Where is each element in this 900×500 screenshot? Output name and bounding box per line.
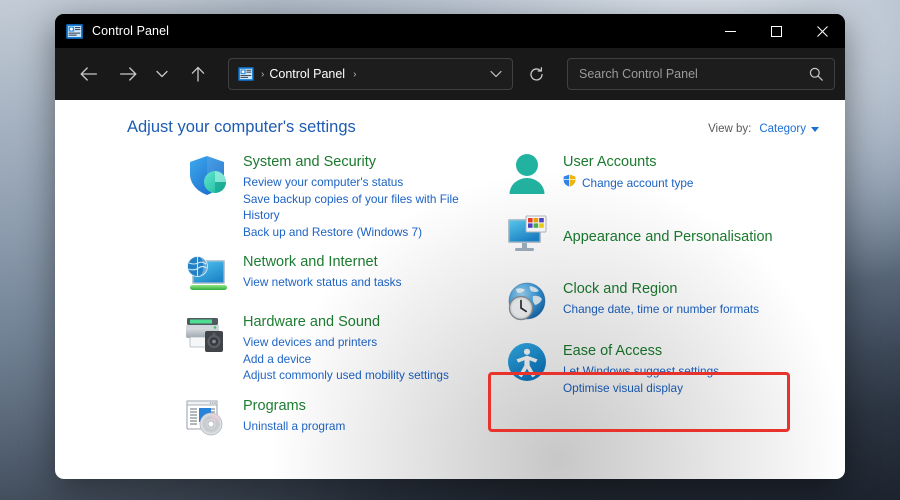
accessibility-icon — [503, 341, 551, 389]
category-appearance-and-personalisation: Appearance and Personalisation — [503, 214, 803, 262]
up-arrow-icon[interactable] — [182, 58, 214, 90]
user-person-icon — [503, 152, 551, 200]
category-clock-and-region: Clock and Region Change date, time or nu… — [503, 279, 803, 327]
category-body: User Accounts Change account type — [563, 152, 694, 192]
category-body: Programs Uninstall a program — [243, 396, 345, 435]
category-link-change-account-type[interactable]: Change account type — [563, 174, 694, 192]
category-system-and-security: System and Security Review your computer… — [183, 152, 483, 240]
category-link-label: Change account type — [582, 175, 694, 190]
breadcrumb-separator: › — [261, 68, 265, 80]
breadcrumb-separator-2[interactable]: › — [353, 69, 356, 80]
category-user-accounts: User Accounts Change account type — [503, 152, 803, 200]
category-title[interactable]: User Accounts — [563, 153, 657, 172]
category-link[interactable]: Let Windows suggest settings — [563, 363, 719, 380]
maximize-button[interactable] — [753, 14, 799, 48]
control-panel-window: Control Panel › Control Panel › Search C… — [55, 14, 845, 479]
window-title: Control Panel — [92, 24, 170, 38]
refresh-icon[interactable] — [521, 59, 551, 89]
printer-speaker-icon — [183, 312, 231, 360]
category-link[interactable]: Optimise visual display — [563, 380, 719, 397]
category-body: Ease of Access Let Windows suggest setti… — [563, 341, 719, 396]
category-body: Hardware and Sound View devices and prin… — [243, 312, 449, 384]
window-titlebar[interactable]: Control Panel — [55, 14, 845, 48]
network-monitor-icon — [183, 252, 231, 300]
page-title: Adjust your computer's settings — [127, 118, 356, 136]
shield-icon — [183, 152, 231, 200]
search-input[interactable] — [568, 67, 809, 81]
forward-arrow-icon[interactable] — [112, 58, 144, 90]
category-title[interactable]: Network and Internet — [243, 253, 378, 272]
category-title[interactable]: Ease of Access — [563, 342, 662, 361]
uac-shield-icon — [563, 174, 576, 192]
view-by-label: View by: — [708, 123, 752, 135]
category-title[interactable]: System and Security — [243, 153, 376, 172]
category-body: Clock and Region Change date, time or nu… — [563, 279, 759, 318]
view-by-value[interactable]: Category — [759, 123, 806, 135]
category-body: Network and Internet View network status… — [243, 252, 401, 291]
category-link[interactable]: Change date, time or number formats — [563, 301, 759, 318]
address-control-panel-icon — [238, 67, 254, 81]
category-title[interactable]: Programs — [243, 397, 306, 416]
address-chevron-down-icon[interactable] — [490, 70, 502, 78]
view-by-control[interactable]: View by: Category — [708, 123, 819, 135]
content-header: Adjust your computer's settings View by:… — [127, 118, 819, 137]
category-link[interactable]: Add a device — [243, 351, 449, 368]
programs-disc-icon — [183, 396, 231, 444]
category-link[interactable]: Review your computer's status — [243, 174, 465, 191]
category-columns: System and Security Review your computer… — [55, 152, 845, 479]
back-arrow-icon[interactable] — [72, 58, 104, 90]
monitor-colors-icon — [503, 214, 551, 262]
category-body: System and Security Review your computer… — [243, 152, 465, 240]
chevron-down-icon[interactable] — [811, 126, 819, 132]
category-link[interactable]: View network status and tasks — [243, 274, 401, 291]
breadcrumb-control-panel[interactable]: Control Panel — [269, 67, 345, 81]
category-title[interactable]: Appearance and Personalisation — [563, 228, 773, 247]
category-column-left: System and Security Review your computer… — [183, 152, 483, 444]
category-programs: Programs Uninstall a program — [183, 396, 483, 444]
category-body: Appearance and Personalisation — [563, 227, 773, 249]
category-network-and-internet: Network and Internet View network status… — [183, 252, 483, 300]
desktop-background: Control Panel › Control Panel › Search C… — [0, 0, 900, 500]
search-box[interactable] — [567, 58, 835, 90]
category-link[interactable]: Save backup copies of your files with Fi… — [243, 191, 465, 224]
address-bar[interactable]: › Control Panel › — [228, 58, 513, 90]
category-link[interactable]: Uninstall a program — [243, 418, 345, 435]
close-button[interactable] — [799, 14, 845, 48]
category-link[interactable]: Adjust commonly used mobility settings — [243, 367, 449, 384]
control-panel-icon — [66, 23, 83, 39]
control-panel-content: Adjust your computer's settings View by:… — [55, 100, 845, 479]
recent-locations-chevron-down-icon[interactable] — [150, 58, 174, 90]
category-link[interactable]: View devices and printers — [243, 334, 449, 351]
globe-clock-icon — [503, 279, 551, 327]
category-title[interactable]: Clock and Region — [563, 280, 677, 299]
minimize-button[interactable] — [707, 14, 753, 48]
category-link[interactable]: Back up and Restore (Windows 7) — [243, 224, 465, 241]
search-icon[interactable] — [809, 67, 823, 81]
navigation-toolbar: › Control Panel › — [55, 48, 845, 100]
window-controls — [707, 14, 845, 48]
category-column-right: User Accounts Change account type Appear… — [503, 152, 803, 396]
category-title[interactable]: Hardware and Sound — [243, 313, 380, 332]
category-hardware-and-sound: Hardware and Sound View devices and prin… — [183, 312, 483, 384]
category-ease-of-access: Ease of Access Let Windows suggest setti… — [503, 341, 803, 396]
